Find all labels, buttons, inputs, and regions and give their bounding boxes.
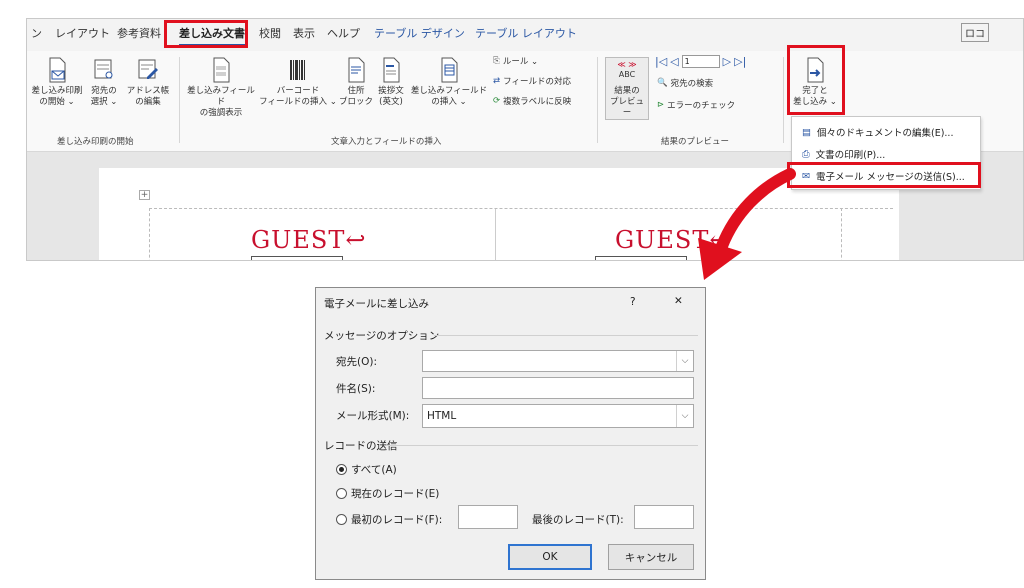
chevron-down-icon: ⌵: [676, 351, 693, 371]
preview-results-button[interactable]: ≪ ≫ ABC 結果の プレビュー: [605, 57, 649, 120]
edit-list-icon: [138, 59, 158, 79]
find-recipient-icon: 🔍: [657, 78, 668, 88]
edit-documents-icon: ▤: [802, 126, 811, 138]
group-separator: [597, 57, 598, 143]
radio-button-selected[interactable]: [336, 464, 347, 475]
find-recipient-button[interactable]: 🔍 宛先の検索: [657, 77, 713, 89]
section-divider: [386, 445, 698, 446]
tab-table-layout[interactable]: テーブル レイアウト: [475, 25, 577, 41]
rules-button[interactable]: ⎘ ルール ⌄: [493, 55, 538, 67]
to-record-label: 最後のレコード(T):: [532, 514, 624, 526]
table-move-handle-icon[interactable]: +: [139, 190, 150, 200]
from-record-input[interactable]: [458, 505, 518, 529]
next-record-icon[interactable]: ▷: [723, 55, 731, 68]
tab-view[interactable]: 表示: [293, 25, 315, 41]
highlight-fields-icon: [213, 57, 230, 83]
select-recipients-button[interactable]: 宛先の 選択 ⌄: [85, 57, 123, 108]
menu-item-print-documents[interactable]: ⎙ 文書の印刷(P)...: [802, 147, 885, 162]
red-arrow-icon: [698, 168, 796, 280]
last-record-icon[interactable]: ▷|: [734, 55, 746, 68]
to-record-input[interactable]: [634, 505, 694, 529]
update-labels-button[interactable]: ⟳ 複数ラベルに反映: [493, 95, 571, 107]
recipients-icon: [94, 59, 113, 79]
greeting-line-icon: [383, 57, 400, 83]
match-fields-button[interactable]: ⇄ フィールドの対応: [493, 75, 571, 87]
radio-from-record[interactable]: 最初のレコード(F):: [336, 512, 442, 527]
highlight-finish-button: [787, 45, 845, 115]
highlight-send-email: [787, 162, 981, 188]
address-block-button[interactable]: 住所 ブロック: [339, 57, 373, 108]
radio-all[interactable]: すべて(A): [336, 462, 397, 477]
comments-button[interactable]: ロコ: [961, 23, 989, 42]
insert-merge-field-button[interactable]: 差し込みフィールド の挿入 ⌄: [409, 57, 489, 108]
mail-format-label: メール形式(M):: [336, 410, 410, 422]
merge-field-guest: GUEST↩: [251, 226, 367, 254]
edit-address-list-button[interactable]: アドレス帳 の編集: [123, 57, 173, 108]
table-gridline: [495, 208, 497, 260]
group-separator: [783, 57, 784, 143]
tab-help[interactable]: ヘルプ: [327, 25, 360, 41]
radio-button[interactable]: [336, 488, 347, 499]
start-mail-merge-button[interactable]: 差し込み印刷 の開始 ⌄: [29, 57, 85, 108]
dialog-title: 電子メールに差し込み: [324, 298, 429, 310]
help-button[interactable]: ?: [630, 296, 636, 308]
chevron-down-icon: ⌵: [676, 405, 693, 427]
section-divider: [434, 335, 698, 336]
tab-references[interactable]: 参考資料: [117, 25, 161, 41]
tab-partial[interactable]: ン: [31, 25, 42, 41]
tab-layout[interactable]: レイアウト: [55, 25, 110, 41]
tab-review[interactable]: 校閲: [259, 25, 281, 41]
highlight-merge-fields-button[interactable]: 差し込みフィールド の強調表示: [185, 57, 257, 119]
group-label-start: 差し込み印刷の開始: [57, 137, 134, 147]
highlight-mailings-tab: [164, 20, 248, 48]
mail-format-dropdown[interactable]: HTML ⌵: [422, 404, 694, 428]
ribbon-screenshot: ン レイアウト 参考資料 差し込み文書 校閲 表示 ヘルプ テーブル デザイン …: [26, 18, 1024, 261]
to-dropdown[interactable]: ⌵: [422, 350, 694, 372]
group-label-write: 文章入力とフィールドの挿入: [331, 137, 442, 147]
section-message-options: メッセージのオプション: [324, 330, 440, 342]
subject-label: 件名(S):: [336, 383, 376, 395]
to-label: 宛先(O):: [336, 356, 377, 368]
match-fields-icon: ⇄: [493, 76, 501, 86]
text-box: [251, 256, 343, 260]
menu-item-edit-documents[interactable]: ▤ 個々のドキュメントの編集(E)...: [802, 125, 953, 140]
previous-record-icon[interactable]: ◁: [670, 55, 678, 68]
merge-to-email-dialog: 電子メールに差し込み ? ✕ メッセージのオプション 宛先(O): ⌵ 件名(S…: [315, 287, 706, 580]
barcode-icon: [290, 60, 305, 80]
address-block-icon: [348, 57, 365, 83]
cancel-button[interactable]: キャンセル: [608, 544, 694, 570]
table-gridline: [149, 208, 151, 260]
group-label-preview: 結果のプレビュー: [661, 137, 730, 147]
mail-merge-icon: [49, 57, 66, 83]
first-record-icon[interactable]: |◁: [655, 55, 667, 68]
radio-button[interactable]: [336, 514, 347, 525]
radio-current-record[interactable]: 現在のレコード(E): [336, 486, 439, 501]
rules-icon: ⎘: [493, 56, 500, 66]
ok-button[interactable]: OK: [508, 544, 592, 570]
printer-icon: ⎙: [802, 148, 810, 160]
insert-field-icon: [441, 57, 458, 83]
check-errors-button[interactable]: ⊳ エラーのチェック: [657, 99, 735, 111]
tab-table-design[interactable]: テーブル デザイン: [374, 25, 465, 41]
check-errors-icon: ⊳: [657, 100, 665, 110]
record-navigation: |◁ ◁ 1 ▷ ▷|: [655, 55, 746, 68]
update-labels-icon: ⟳: [493, 96, 501, 106]
record-number-input[interactable]: 1: [681, 55, 720, 68]
text-box: [595, 256, 687, 260]
table-gridline: [841, 208, 843, 260]
close-icon[interactable]: ✕: [674, 295, 683, 307]
abc-icon: ≪ ≫: [617, 60, 637, 69]
greeting-line-button[interactable]: 挨拶文 (英文): [373, 57, 409, 108]
group-separator: [179, 57, 180, 143]
insert-barcode-field-button[interactable]: バーコード フィールドの挿入 ⌄: [259, 57, 337, 108]
subject-input[interactable]: [422, 377, 694, 399]
